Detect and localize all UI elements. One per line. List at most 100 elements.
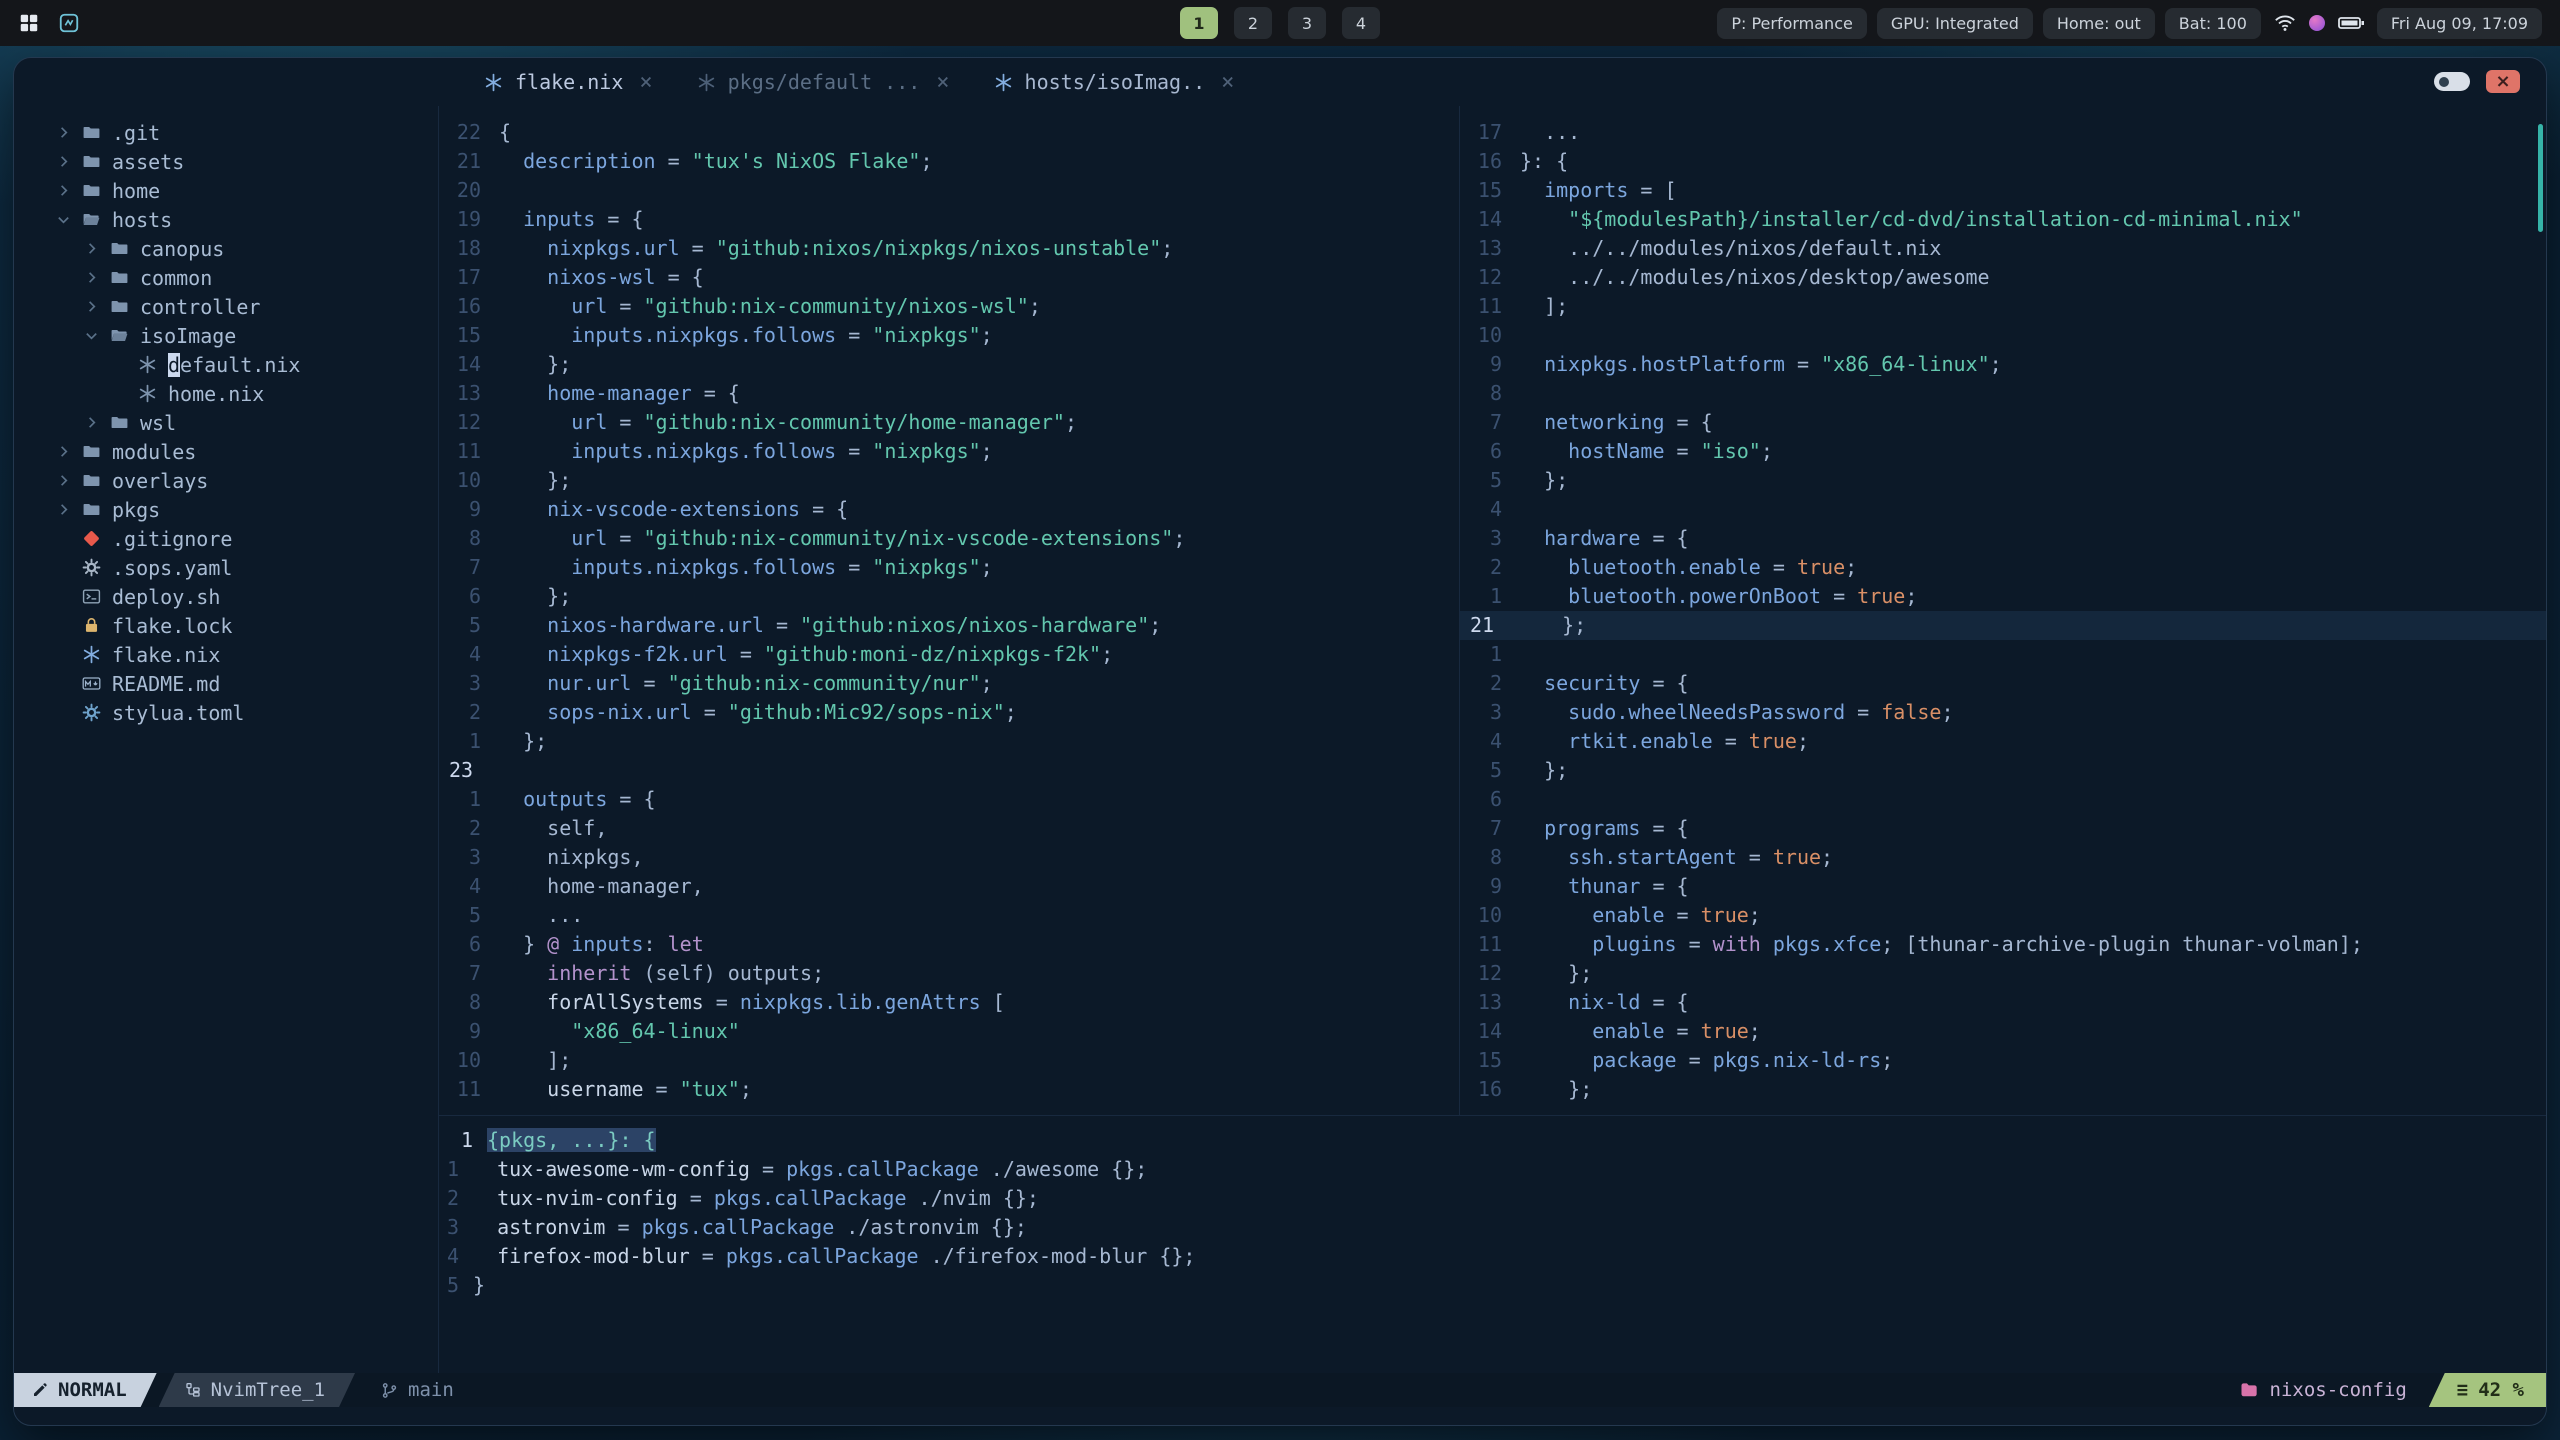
code-token: = — [655, 149, 692, 173]
buffer-tab-pkgs-default[interactable]: pkgs/default ... × — [697, 70, 950, 95]
line-number: 15 — [1477, 178, 1502, 202]
chevron-right-icon[interactable] — [56, 502, 82, 517]
code-token: ; — [1004, 700, 1017, 724]
tree-item-home[interactable]: home — [14, 176, 438, 205]
command-line[interactable] — [14, 1407, 2546, 1425]
code-line: 7 programs = { — [1460, 814, 2546, 843]
code-line: 10 enable = true; — [1460, 901, 2546, 930]
status-module-bat: Bat: 100 — [2164, 7, 2261, 39]
workspace-button-1[interactable]: 1 — [1180, 7, 1218, 39]
code-line: 3 hardware = { — [1460, 524, 2546, 553]
code-line: 19 inputs = { — [439, 205, 1459, 234]
tab-label: pkgs/default ... — [727, 70, 921, 94]
buffer-tab-hosts-isoimag[interactable]: hosts/isoImag.. × — [994, 70, 1234, 95]
code-text: ]; — [1520, 292, 1568, 321]
code-token: ; — [1989, 352, 2002, 376]
chevron-down-icon[interactable] — [56, 212, 82, 227]
line-number: 11 — [456, 439, 481, 463]
tree-item-wsl[interactable]: wsl — [14, 408, 438, 437]
tree-item-overlays[interactable]: overlays — [14, 466, 438, 495]
editor-iso-default-nix[interactable]: 17 ... 16}: {15 imports = [14 "${modulesP… — [1460, 106, 2546, 1115]
line-number: 22 — [456, 120, 481, 144]
tree-item-label: flake.nix — [112, 642, 221, 667]
chevron-right-icon[interactable] — [56, 183, 82, 198]
tree-item-git[interactable]: .git — [14, 118, 438, 147]
tree-item-label: deploy.sh — [112, 584, 221, 609]
statusline: NORMAL NvimTree_1 main nixos-config ≡ 42… — [14, 1373, 2546, 1407]
code-line: 16 }; — [1460, 1075, 2546, 1104]
tree-item-gitignore[interactable]: .gitignore — [14, 524, 438, 553]
chevron-right-icon[interactable] — [84, 415, 110, 430]
code-token: = — [691, 700, 728, 724]
line-number: 2 — [1489, 555, 1502, 579]
chevron-right-icon[interactable] — [84, 241, 110, 256]
line-number: 14 — [456, 352, 481, 376]
tree-item-hosts[interactable]: hosts — [14, 205, 438, 234]
code-token: nixos-wsl — [547, 265, 656, 289]
code-line: 4 home-manager, — [439, 872, 1459, 901]
chevron-right-icon[interactable] — [84, 299, 110, 314]
tree-item-deploy-sh[interactable]: deploy.sh — [14, 582, 438, 611]
line-number: 11 — [1477, 932, 1502, 956]
tree-item-common[interactable]: common — [14, 263, 438, 292]
tree-item-controller[interactable]: controller — [14, 292, 438, 321]
tab-close-icon[interactable]: × — [1221, 70, 1234, 95]
code-token: = — [1664, 439, 1701, 463]
code-token: = — [703, 990, 740, 1014]
workspace-button-2[interactable]: 2 — [1234, 7, 1272, 39]
code-text: self, — [499, 814, 607, 843]
tree-item-default-nix[interactable]: default.nix — [14, 350, 438, 379]
tree-item-stylua-toml[interactable]: stylua.toml — [14, 698, 438, 727]
window-pin-toggle[interactable] — [2434, 72, 2470, 91]
tree-item-home-nix[interactable]: home.nix — [14, 379, 438, 408]
code-line: 1 {pkgs, ...}: { — [439, 1126, 2546, 1155]
tree-item-flake-lock[interactable]: flake.lock — [14, 611, 438, 640]
gear-blue-icon — [82, 703, 112, 722]
tree-item-sops-yaml[interactable]: .sops.yaml — [14, 553, 438, 582]
code-line: 18 nixpkgs.url = "github:nixos/nixpkgs/n… — [439, 234, 1459, 263]
buffer-tab-flake-nix[interactable]: flake.nix × — [484, 70, 653, 95]
editor-flake-nix[interactable]: 22{21 description = "tux's NixOS Flake";… — [439, 106, 1460, 1115]
code-token: = { — [595, 207, 644, 231]
code-token: }; — [1520, 1077, 1593, 1101]
tab-close-icon[interactable]: × — [639, 70, 652, 95]
clock: Fri Aug 09, 17:09 — [2376, 7, 2542, 39]
chevron-down-icon[interactable] — [84, 328, 110, 343]
tab-close-icon[interactable]: × — [936, 70, 949, 95]
code-token: = { — [1640, 526, 1689, 550]
workspace-button-4[interactable]: 4 — [1342, 7, 1380, 39]
code-text: rtkit.enable = true; — [1520, 727, 1809, 756]
scrollbar-thumb[interactable] — [2538, 124, 2543, 232]
tree-item-readme-md[interactable]: README.md — [14, 669, 438, 698]
editor-pkgs-default-nix[interactable]: 1 {pkgs, ...}: {1 tux-awesome-wm-config =… — [439, 1116, 2546, 1373]
tree-item-assets[interactable]: assets — [14, 147, 438, 176]
tree-item-modules[interactable]: modules — [14, 437, 438, 466]
tree-item-flake-nix[interactable]: flake.nix — [14, 640, 438, 669]
code-token: ; — [1760, 439, 1773, 463]
app-launcher-icon[interactable] — [18, 12, 40, 34]
line-number: 20 — [456, 178, 481, 202]
chevron-right-icon[interactable] — [56, 125, 82, 140]
line-number: 14 — [1477, 1019, 1502, 1043]
workspace-button-3[interactable]: 3 — [1288, 7, 1326, 39]
chevron-right-icon[interactable] — [56, 473, 82, 488]
chevron-right-icon[interactable] — [56, 444, 82, 459]
tree-item-isoimage[interactable]: isoImage — [14, 321, 438, 350]
code-token: = — [605, 1215, 642, 1239]
code-token: "x86_64-linux" — [571, 1019, 740, 1043]
chevron-right-icon[interactable] — [56, 154, 82, 169]
code-token: ; — [1028, 294, 1041, 318]
line-number: 9 — [468, 497, 481, 521]
code-text: sops-nix.url = "github:Mic92/sops-nix"; — [499, 698, 1017, 727]
window-close-button[interactable]: × — [2486, 70, 2520, 93]
tree-item-canopus[interactable]: canopus — [14, 234, 438, 263]
tree-item-pkgs[interactable]: pkgs — [14, 495, 438, 524]
progress-label: 42 % — [2478, 1379, 2524, 1401]
chevron-right-icon[interactable] — [84, 270, 110, 285]
